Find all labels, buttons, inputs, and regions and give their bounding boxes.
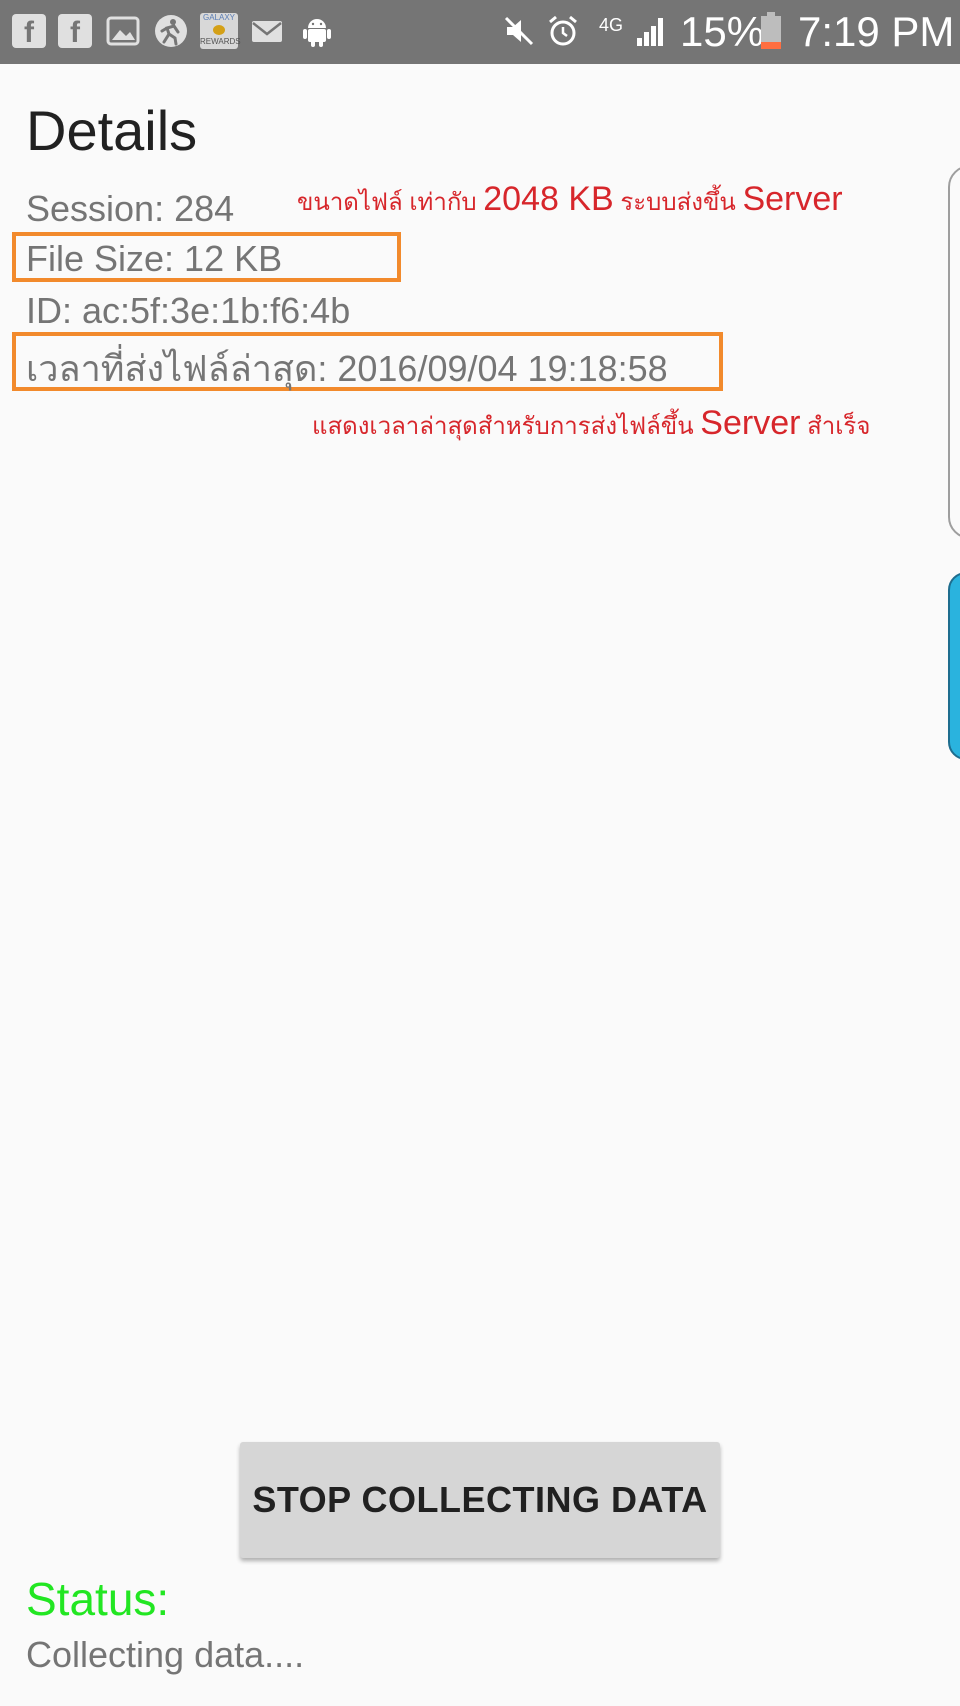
mute-icon [502, 14, 536, 48]
status-bar: f f GALAXY REWARDS 4G 15% 7:19 PM [0, 0, 960, 64]
facebook-icon: f [58, 14, 92, 48]
annotation-text: ระบบส่งขึ้น [613, 189, 743, 216]
device-id-text: ID: ac:5f:3e:1b:f6:4b [26, 290, 351, 331]
facebook-icon: f [12, 14, 46, 48]
battery-icon [760, 12, 782, 50]
annotation-text: แสดงเวลาล่าสุดสำหรับการส่งไฟล์ขึ้น [312, 413, 701, 440]
battery-percent: 15% [680, 8, 765, 55]
file-size-annotation: ขนาดไฟล์ เท่ากับ 2048 KB ระบบส่งขึ้น Ser… [297, 180, 843, 221]
annotation-text: สำเร็จ [800, 413, 871, 440]
network-type: 4G [598, 15, 623, 35]
annotation-highlight: 2048 KB [483, 180, 614, 218]
mail-icon [250, 14, 284, 48]
galaxy-rewards-top-text: GALAXY [202, 13, 235, 22]
gallery-icon [106, 14, 140, 48]
annotation-highlight: Server [742, 180, 843, 218]
session-text: Session: 284 [26, 188, 235, 229]
clock: 7:19 PM [798, 8, 955, 55]
running-app-icon [154, 14, 188, 48]
last-sent-text: เวลาที่ส่งไฟล์ล่าสุด: 2016/09/04 19:18:5… [26, 348, 668, 389]
page-title: Details [26, 99, 198, 162]
network-type-indicator: 4G [596, 14, 626, 48]
file-size-text: File Size: 12 KB [26, 238, 283, 279]
galaxy-rewards-icon: GALAXY REWARDS [200, 13, 241, 49]
last-sent-annotation: แสดงเวลาล่าสุดสำหรับการส่งไฟล์ขึ้น Serve… [312, 404, 870, 445]
android-icon [300, 14, 334, 48]
galaxy-rewards-bottom-text: REWARDS [200, 37, 241, 46]
signal-icon [634, 14, 668, 48]
status-label: Status: [26, 1573, 170, 1625]
annotation-highlight: Server [700, 404, 801, 442]
status-value: Collecting data.... [26, 1634, 305, 1675]
stop-collecting-data-button[interactable]: STOP COLLECTING DATA [240, 1442, 720, 1558]
annotation-text: ขนาดไฟล์ เท่ากับ [297, 189, 484, 216]
alarm-icon [546, 14, 580, 48]
side-card-blue[interactable] [948, 572, 960, 760]
side-card[interactable] [948, 165, 960, 539]
